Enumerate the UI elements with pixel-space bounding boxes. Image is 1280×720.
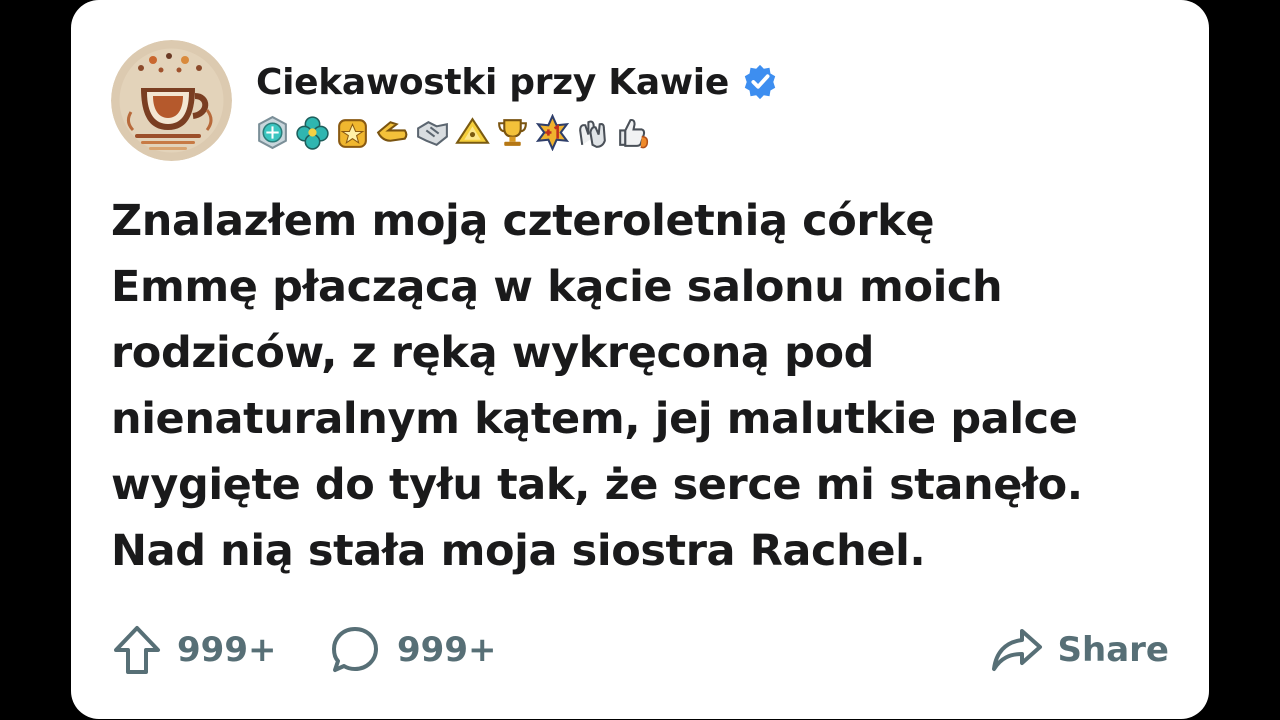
pointing-hand-badge-icon — [374, 114, 411, 151]
pyramid-badge-icon — [454, 114, 491, 151]
post-body: Znalazłem moją czteroletnią córkę Emmę p… — [111, 188, 1181, 584]
author-name[interactable]: Ciekawostki przy Kawie — [256, 62, 729, 103]
share-button[interactable]: Share — [990, 620, 1169, 680]
clover-badge-icon — [294, 114, 331, 151]
post-body-line: Emmę płaczącą w kącie salonu moich — [111, 262, 1003, 312]
handshake-badge-icon — [414, 114, 451, 151]
diamond-badge-icon — [254, 114, 291, 151]
post-body-line: Znalazłem moją czteroletnią córkę — [111, 196, 935, 246]
comment-bubble-icon — [329, 624, 381, 676]
share-label: Share — [1057, 630, 1169, 670]
post-body-line: wygięte do tyłu tak, że serce mi stanęło… — [111, 460, 1083, 510]
gold-star-badge-icon — [334, 114, 371, 151]
upvote-arrow-icon — [111, 623, 163, 677]
clapping-hands-badge-icon — [574, 114, 611, 151]
upvote-button[interactable]: 999+ — [111, 620, 276, 680]
post-card: Ciekawostki przy Kawie Znalazłem moją cz… — [71, 0, 1209, 719]
verified-check-icon — [741, 63, 779, 101]
post-actions-bar: 999+ 999+ Share — [111, 620, 1169, 680]
upvote-count: 999+ — [177, 630, 277, 670]
author-avatar[interactable] — [111, 40, 232, 161]
plus-one-badge-icon — [534, 113, 571, 151]
comments-button[interactable]: 999+ — [329, 620, 496, 680]
post-body-line: nienaturalnym kątem, jej malutkie palce — [111, 394, 1078, 444]
post-body-line: rodziców, z ręką wykręconą pod — [111, 328, 875, 378]
achievement-badges — [254, 112, 651, 152]
coffee-cup-logo-icon — [111, 40, 232, 161]
share-arrow-icon — [990, 625, 1044, 675]
author-header: Ciekawostki przy Kawie — [256, 58, 779, 106]
comment-count: 999+ — [397, 630, 497, 670]
post-body-line: Nad nią stała moja siostra Rachel. — [111, 526, 926, 576]
thumbs-up-badge-icon — [614, 114, 651, 151]
trophy-badge-icon — [494, 114, 531, 151]
